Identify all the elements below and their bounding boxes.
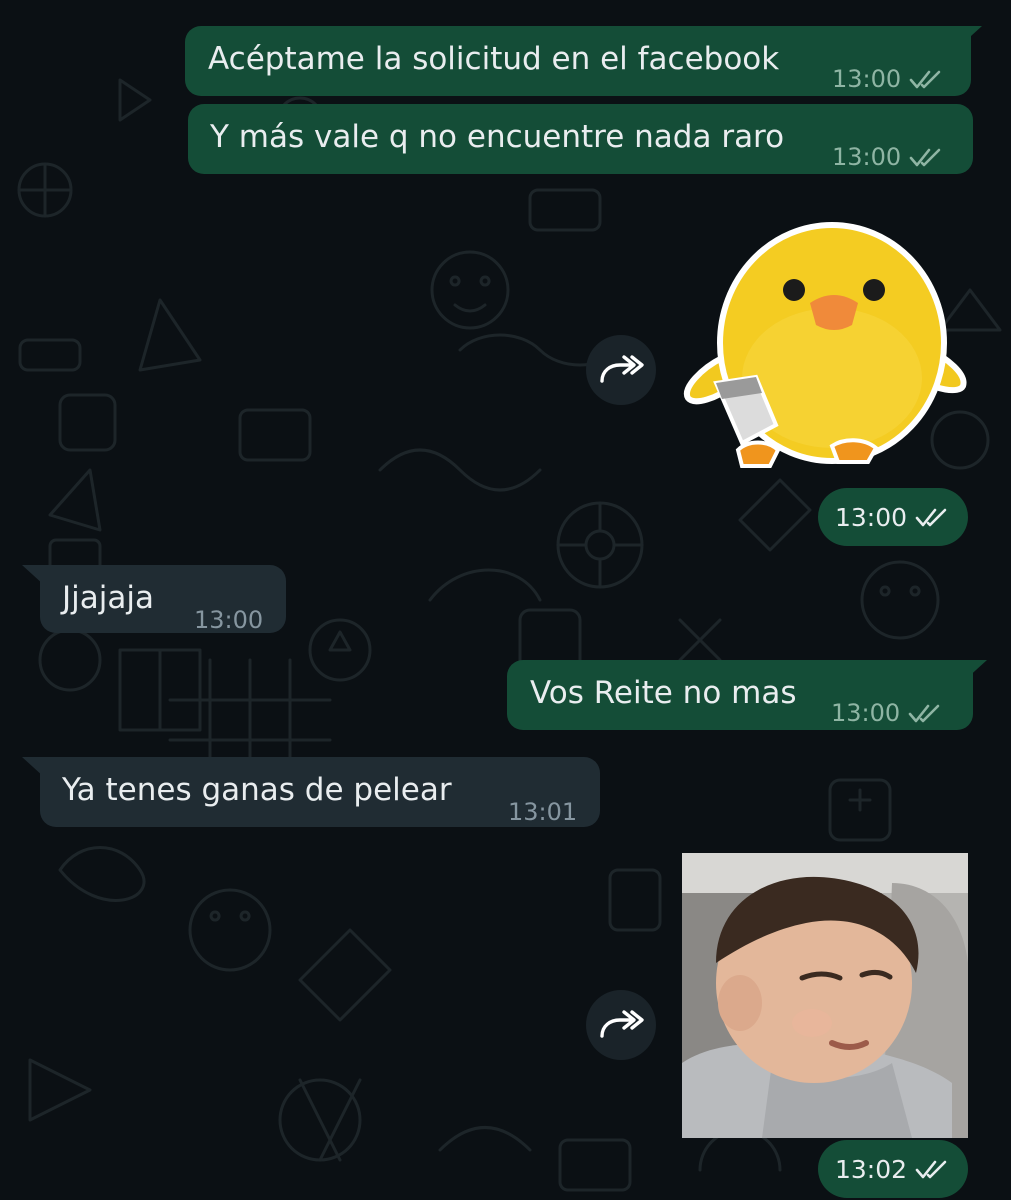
message-time: 13:00	[832, 143, 902, 171]
photo-image	[682, 853, 968, 1138]
double-check-icon	[915, 1160, 947, 1179]
message-meta: 13:00	[832, 138, 945, 176]
photo-timestamp: 13:02	[818, 1140, 968, 1198]
message-text: Y más vale q no encuentre nada raro	[210, 119, 785, 155]
sticker-timestamp: 13:00	[818, 488, 968, 546]
chick-sticker[interactable]	[682, 208, 967, 483]
forward-icon	[600, 1010, 644, 1038]
outgoing-message[interactable]: Acéptame la solicitud en el facebook 13:…	[185, 26, 971, 96]
message-time: 13:00	[832, 65, 902, 93]
message-text: Vos Reite no mas	[530, 675, 797, 711]
message-text: Jjajaja	[62, 580, 154, 616]
message-meta: 13:01	[508, 793, 577, 831]
double-check-icon	[909, 70, 941, 89]
forward-button[interactable]	[586, 335, 656, 405]
forward-icon	[600, 355, 644, 383]
message-time: 13:02	[834, 1154, 908, 1184]
outgoing-message[interactable]: Vos Reite no mas 13:00	[507, 660, 973, 730]
message-time: 13:01	[508, 798, 578, 826]
forward-button[interactable]	[586, 990, 656, 1060]
message-meta: 13:00	[832, 60, 945, 98]
incoming-message[interactable]: Jjajaja 13:00	[40, 565, 286, 634]
incoming-message[interactable]: Ya tenes ganas de pelear 13:01	[40, 757, 600, 827]
message-text: Acéptame la solicitud en el facebook	[208, 41, 780, 77]
message-text: Ya tenes ganas de pelear	[62, 772, 452, 808]
toddler-photo[interactable]	[682, 853, 968, 1138]
message-time: 13:00	[831, 699, 901, 727]
message-meta: 13:00	[831, 694, 944, 732]
message-meta: 13:00	[194, 601, 263, 639]
double-check-icon	[909, 148, 941, 167]
outgoing-message[interactable]: Y más vale q no encuentre nada raro 13:0…	[188, 104, 973, 174]
double-check-icon	[908, 704, 940, 723]
double-check-icon	[915, 508, 947, 527]
message-time: 13:00	[834, 502, 908, 532]
message-time: 13:00	[194, 606, 264, 634]
